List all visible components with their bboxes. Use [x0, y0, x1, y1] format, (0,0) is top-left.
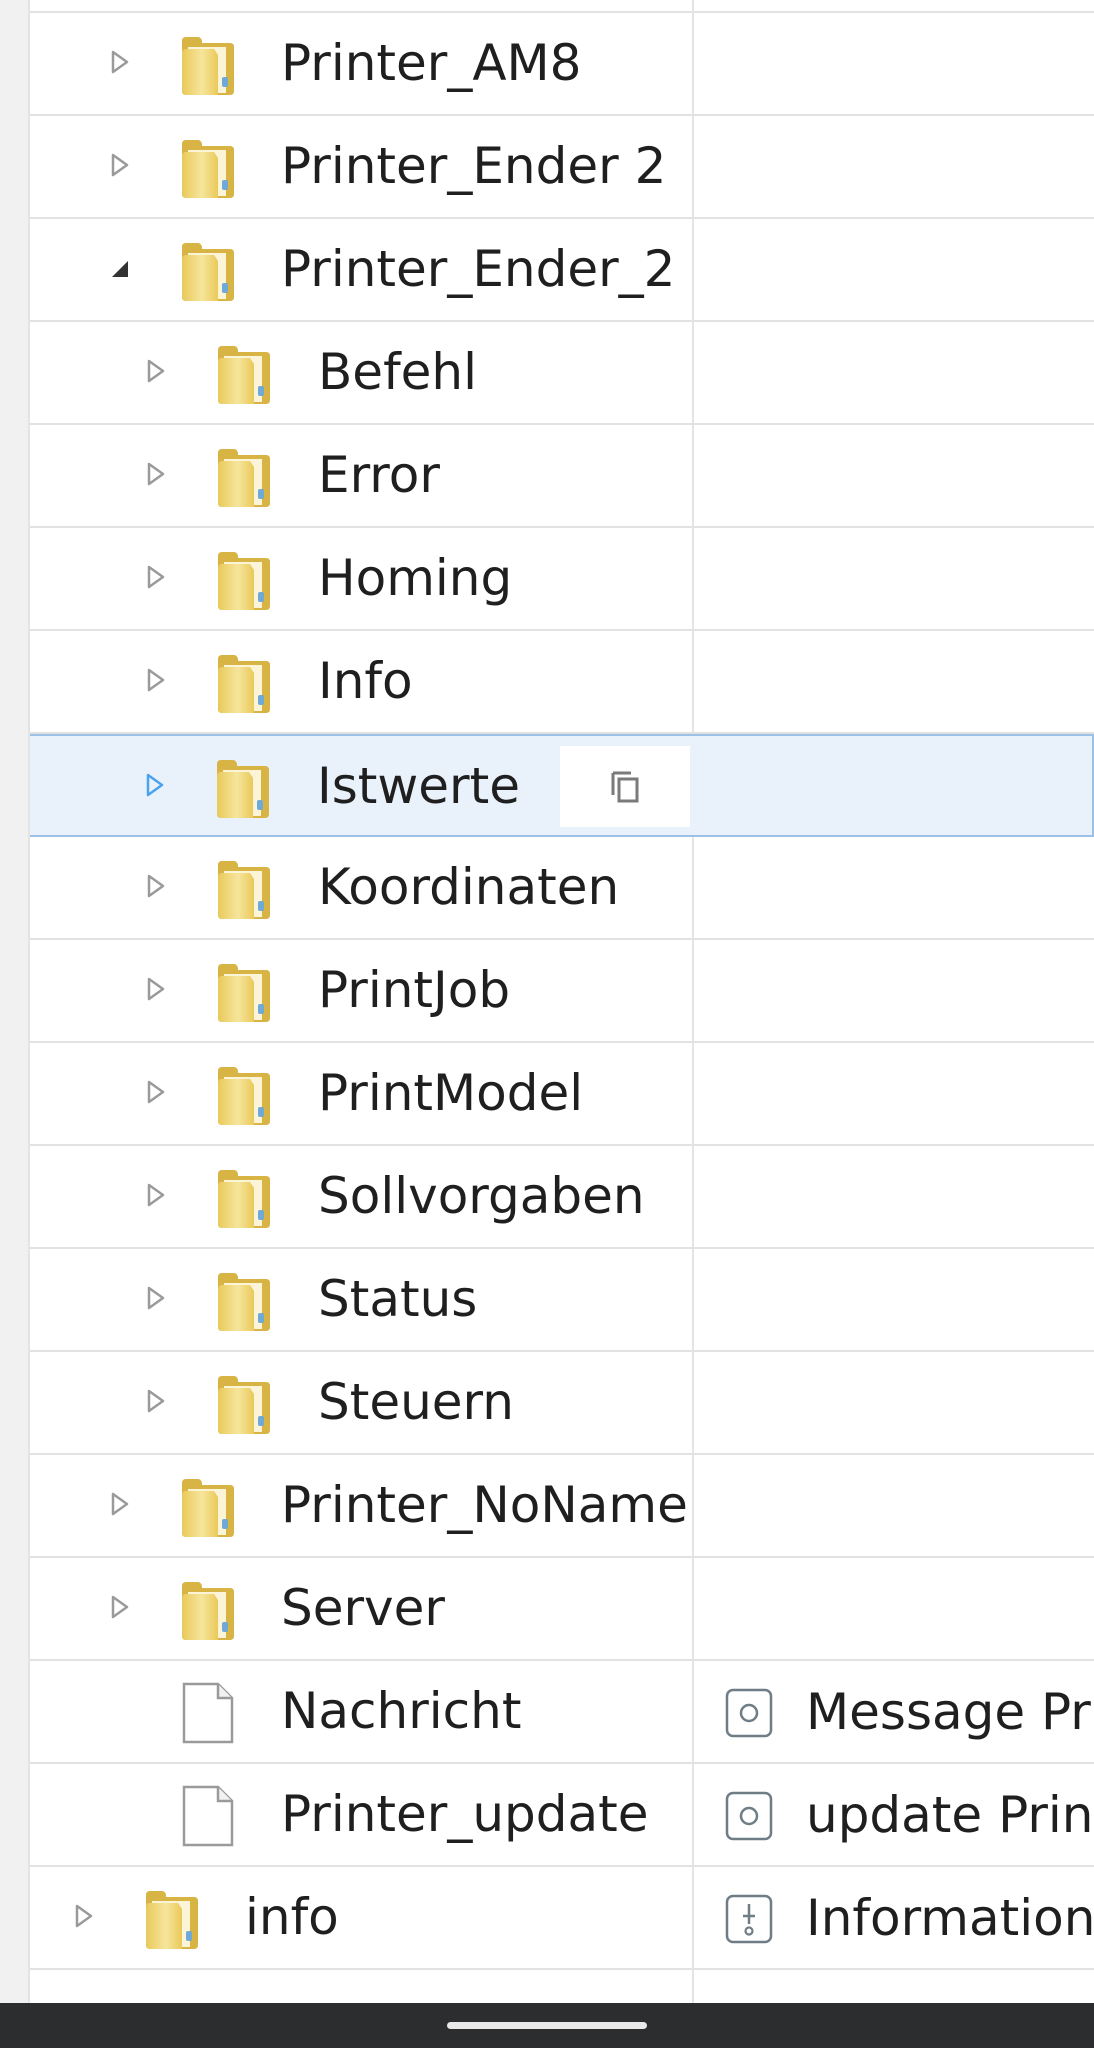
description-text: Information — [806, 1888, 1094, 1947]
tree-item-label: Nachricht — [281, 1682, 522, 1740]
collapsed-triangle-icon[interactable] — [140, 1283, 170, 1313]
tree-item-label: Homing — [318, 549, 513, 607]
tree-row-folder[interactable]: Homing — [30, 528, 1094, 631]
tree-item-label: Server — [281, 1579, 445, 1637]
collapsed-triangle-icon[interactable] — [104, 1592, 134, 1622]
tree-item-label: Koordinaten — [318, 858, 620, 916]
folder-icon — [214, 342, 274, 406]
folder-icon — [214, 1063, 274, 1127]
copy-button[interactable] — [560, 746, 690, 827]
tree-item-label: Info — [318, 652, 413, 710]
tree-item-label: Befehl — [318, 343, 478, 401]
system-navigation-bar — [0, 2003, 1094, 2048]
object-browser-screen: Printer_AM8 Printer_Ender 2 Printer_Ender_… — [0, 0, 1094, 2048]
tree-row-folder[interactable]: Istwerte — [30, 734, 1094, 837]
collapsed-triangle-icon[interactable] — [140, 1386, 170, 1416]
folder-icon — [214, 1372, 274, 1436]
folder-icon — [214, 445, 274, 509]
tree-row-folder[interactable]: Printer_NoName — [30, 1455, 1094, 1558]
tree-row-folder[interactable]: Printer_Ender_2 — [30, 219, 1094, 322]
collapsed-triangle-icon[interactable] — [140, 1180, 170, 1210]
tree-item-label: Printer_Ender 2 — [281, 137, 667, 195]
home-indicator[interactable] — [447, 2022, 647, 2029]
collapsed-triangle-icon[interactable] — [140, 459, 170, 489]
description-text: Message Pr — [806, 1682, 1091, 1741]
state-icon — [725, 1791, 773, 1841]
collapsed-triangle-icon[interactable] — [140, 665, 170, 695]
collapsed-triangle-icon[interactable] — [68, 1901, 98, 1931]
tree-item-label: Printer_NoName — [281, 1476, 688, 1534]
tree-item-description: Information — [725, 1867, 1094, 1968]
collapsed-triangle-icon[interactable] — [139, 770, 169, 800]
folder-icon — [178, 33, 238, 97]
folder-icon — [214, 548, 274, 612]
tree-row-folder[interactable] — [30, 1970, 1094, 2003]
tree-row-state[interactable]: Nachricht Message Pr — [30, 1661, 1094, 1764]
folder-icon — [178, 1578, 238, 1642]
folder-icon — [213, 756, 273, 820]
collapsed-triangle-icon[interactable] — [140, 974, 170, 1004]
tree-item-description: Message Pr — [725, 1661, 1094, 1762]
collapsed-triangle-icon[interactable] — [140, 1077, 170, 1107]
folder-icon — [214, 1166, 274, 1230]
expanded-triangle-icon[interactable] — [104, 253, 134, 283]
tree-row-folder[interactable]: Koordinaten — [30, 837, 1094, 940]
collapsed-triangle-icon[interactable] — [140, 356, 170, 386]
folder-icon — [214, 857, 274, 921]
collapsed-triangle-icon[interactable] — [140, 871, 170, 901]
collapsed-triangle-icon[interactable] — [104, 1489, 134, 1519]
info-state-icon — [725, 1894, 773, 1944]
tree-row-folder[interactable]: Sollvorgaben — [30, 1146, 1094, 1249]
tree-item-label: Istwerte — [317, 757, 520, 815]
tree-row-folder[interactable]: Steuern — [30, 1352, 1094, 1455]
folder-icon — [178, 136, 238, 200]
tree-item-label: Status — [318, 1270, 478, 1328]
description-text: update Print — [806, 1785, 1094, 1844]
left-gutter — [0, 0, 30, 2003]
tree-row-folder[interactable]: Befehl — [30, 322, 1094, 425]
tree-row-folder[interactable]: Status — [30, 1249, 1094, 1352]
collapsed-triangle-icon[interactable] — [140, 562, 170, 592]
file-icon — [178, 1784, 238, 1848]
tree-item-label: Sollvorgaben — [318, 1167, 645, 1225]
folder-icon — [142, 1887, 202, 1951]
tree-item-label: Steuern — [318, 1373, 514, 1431]
collapsed-triangle-icon[interactable] — [104, 150, 134, 180]
tree-row-folder[interactable]: Error — [30, 425, 1094, 528]
tree-row-folder[interactable]: PrintJob — [30, 940, 1094, 1043]
tree-row-folder[interactable]: Server — [30, 1558, 1094, 1661]
tree-row-folder[interactable]: info Information — [30, 1867, 1094, 1970]
collapsed-triangle-icon[interactable] — [104, 47, 134, 77]
tree-item-label: Printer_AM8 — [281, 34, 582, 92]
folder-icon — [214, 960, 274, 1024]
tree-row-folder[interactable]: Printer_AM8 — [30, 13, 1094, 116]
object-tree: Printer_AM8 Printer_Ender 2 Printer_Ender_… — [30, 0, 1094, 2003]
tree-row-state[interactable]: Printer_update update Print — [30, 1764, 1094, 1867]
tree-item-label: PrintModel — [318, 1064, 584, 1122]
folder-icon — [178, 239, 238, 303]
tree-item-label: Error — [318, 446, 440, 504]
previous-row-edge — [30, 0, 1094, 13]
tree-item-description: update Print — [725, 1764, 1094, 1865]
tree-row-folder[interactable]: PrintModel — [30, 1043, 1094, 1146]
state-icon — [725, 1688, 773, 1738]
copy-icon — [605, 765, 645, 809]
folder-icon — [178, 1475, 238, 1539]
tree-item-label: PrintJob — [318, 961, 511, 1019]
tree-row-folder[interactable]: Info — [30, 631, 1094, 734]
folder-icon — [214, 651, 274, 715]
file-icon — [178, 1681, 238, 1745]
tree-item-label: Printer_update — [281, 1785, 649, 1843]
tree-row-folder[interactable]: Printer_Ender 2 — [30, 116, 1094, 219]
tree-item-label: Printer_Ender_2 — [281, 240, 676, 298]
folder-icon — [214, 1269, 274, 1333]
tree-item-label: info — [245, 1888, 339, 1946]
